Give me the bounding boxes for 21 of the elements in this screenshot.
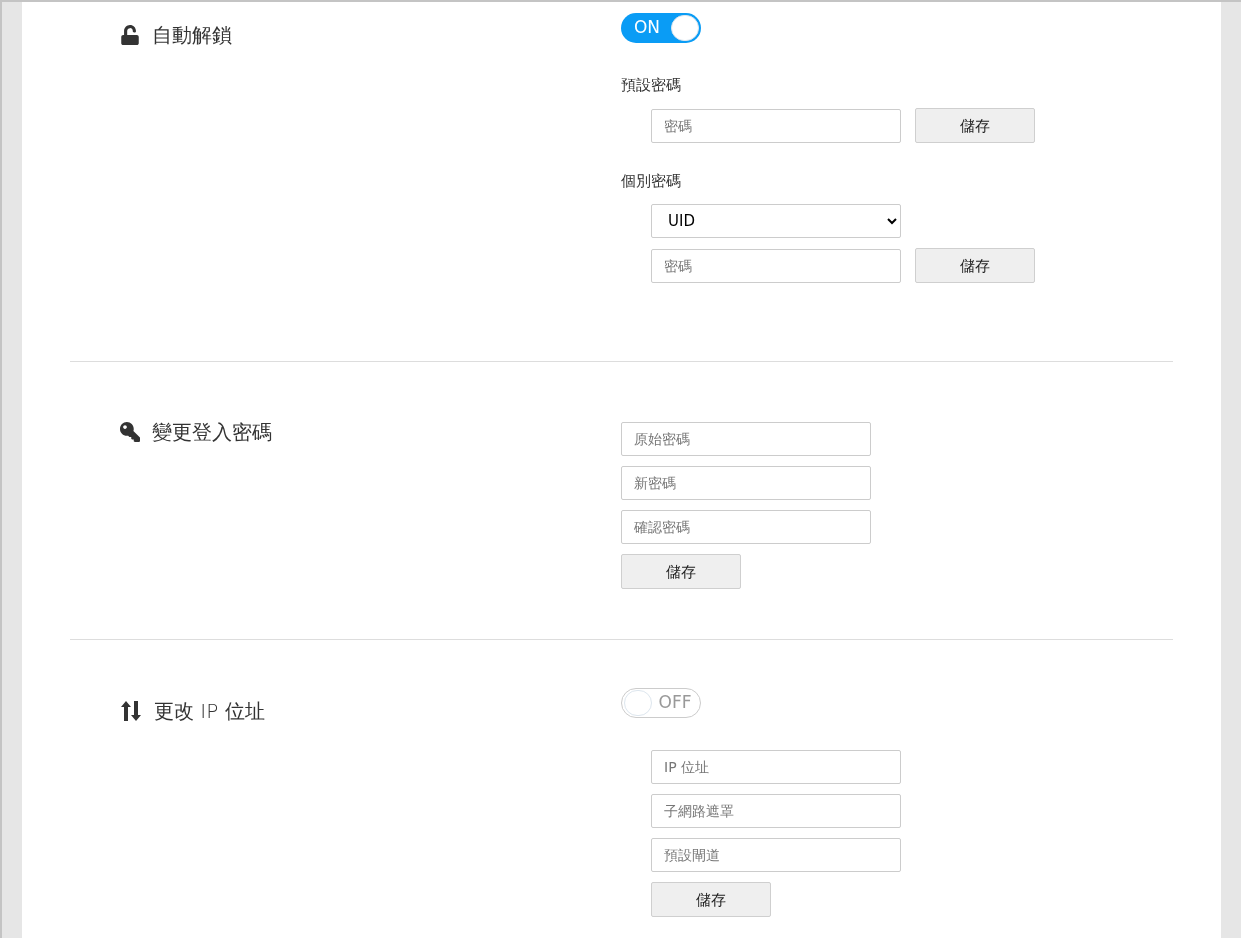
section-title: 更改 IP 位址 (154, 701, 265, 721)
section-title: 變更登入密碼 (152, 422, 272, 442)
uid-dropdown[interactable]: UID (651, 204, 901, 238)
key-icon (120, 422, 140, 442)
input-field[interactable]: 預設閘道 (651, 838, 901, 872)
save-button[interactable]: 儲存 (915, 248, 1035, 283)
section-title: 自動解鎖 (152, 25, 232, 45)
input-field[interactable]: 密碼 (651, 108, 901, 143)
open-padlock-icon (120, 25, 140, 45)
save-button[interactable]: 儲存 (651, 882, 771, 917)
input-field[interactable]: 原始密碼 (621, 422, 871, 456)
input-field[interactable]: 子網路遮罩 (651, 794, 901, 828)
save-button[interactable]: 儲存 (621, 554, 741, 589)
field-label: 個別密碼 (621, 173, 682, 189)
field-label: 預設密碼 (621, 77, 682, 93)
input-field[interactable]: 密碼 (651, 248, 901, 283)
input-field[interactable]: IP 位址 (651, 750, 901, 784)
input-field[interactable]: 新密碼 (621, 466, 871, 500)
up-down-arrows-icon (120, 700, 142, 722)
input-field[interactable]: 確認密碼 (621, 510, 871, 544)
save-button[interactable]: 儲存 (915, 108, 1035, 143)
